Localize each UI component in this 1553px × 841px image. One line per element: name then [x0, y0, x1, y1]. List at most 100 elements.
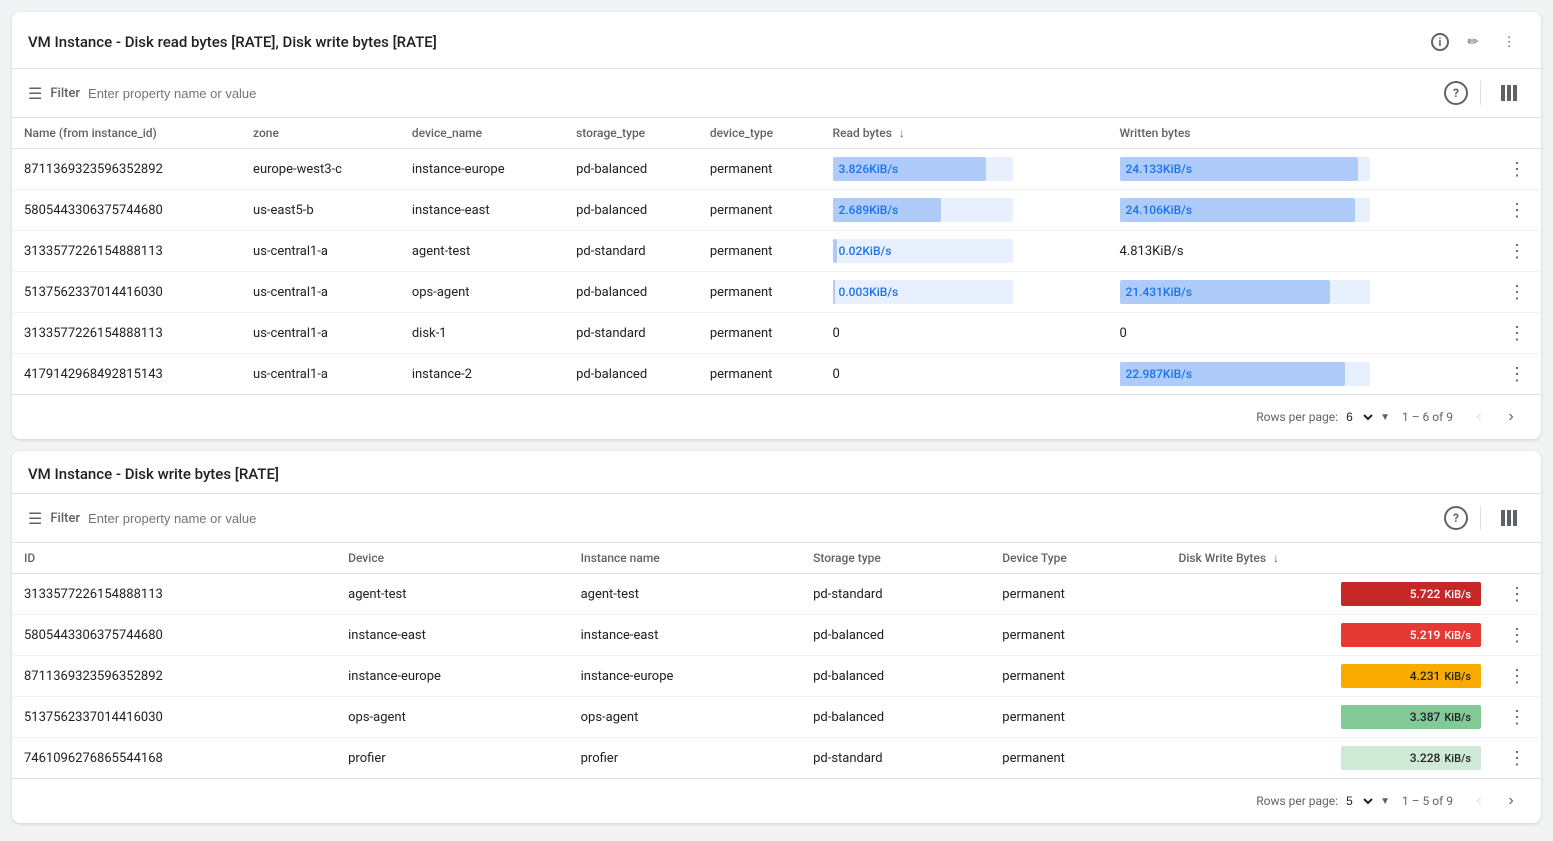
cell-row-menu-2[interactable]: ⋮ — [1493, 656, 1541, 697]
cell-row-menu[interactable]: ⋮ — [1493, 272, 1541, 313]
cell-device-type: permanent — [698, 190, 821, 231]
bar-unit: KiB/s — [1444, 752, 1471, 765]
cell-device-type: permanent — [990, 615, 1166, 656]
row-menu-btn-2[interactable]: ⋮ — [1505, 623, 1529, 647]
cell-zone: us-central1-a — [241, 272, 400, 313]
color-bar: 3.228 KiB/s — [1341, 746, 1481, 770]
cell-row-menu[interactable]: ⋮ — [1493, 231, 1541, 272]
dropdown-arrow-panel2: ▼ — [1380, 796, 1390, 807]
col-header-written-bytes: Written bytes — [1108, 118, 1494, 149]
cell-device-name: agent-test — [400, 231, 564, 272]
cell-device-name: disk-1 — [400, 313, 564, 354]
filter-label-panel1: Filter — [50, 86, 80, 101]
cell-device-type: permanent — [990, 574, 1166, 615]
row-menu-btn-2[interactable]: ⋮ — [1505, 582, 1529, 606]
cell-read-bytes: 0 — [821, 313, 1108, 354]
bar-value: 3.387 — [1410, 710, 1441, 724]
cell-instance-name: agent-test — [569, 574, 801, 615]
row-menu-btn[interactable]: ⋮ — [1505, 321, 1529, 345]
edit-button-panel1[interactable]: ✏ — [1457, 26, 1489, 58]
table-row: 8711369323596352892 europe-west3-c insta… — [12, 149, 1541, 190]
cell-storage-type: pd-balanced — [801, 697, 990, 738]
cell-row-menu[interactable]: ⋮ — [1493, 354, 1541, 395]
cell-disk-write: 4.231 KiB/s — [1166, 656, 1493, 697]
cell-row-menu-2[interactable]: ⋮ — [1493, 615, 1541, 656]
col-header-instance-name: Instance name — [569, 543, 801, 574]
row-menu-btn-2[interactable]: ⋮ — [1505, 664, 1529, 688]
filter-input-panel2[interactable] — [88, 511, 1436, 526]
help-icon-panel1[interactable]: ? — [1444, 81, 1468, 105]
cell-row-menu[interactable]: ⋮ — [1493, 149, 1541, 190]
cell-row-menu[interactable]: ⋮ — [1493, 190, 1541, 231]
written-value: 24.106KiB/s — [1126, 203, 1193, 217]
cell-row-menu-2[interactable]: ⋮ — [1493, 697, 1541, 738]
cell-storage-type: pd-balanced — [801, 615, 990, 656]
columns-button-panel2[interactable] — [1493, 502, 1525, 534]
bar-value: 4.231 — [1410, 669, 1441, 683]
columns-button-panel1[interactable] — [1493, 77, 1525, 109]
row-menu-btn[interactable]: ⋮ — [1505, 362, 1529, 386]
table-header-row: Name (from instance_id) zone device_name… — [12, 118, 1541, 149]
color-bar: 4.231 KiB/s — [1341, 664, 1481, 688]
cell-zone: us-central1-a — [241, 354, 400, 395]
read-value: 0.02KiB/s — [839, 244, 892, 258]
cell-device-type: permanent — [698, 313, 821, 354]
rows-per-page-label-panel1: Rows per page: — [1256, 410, 1338, 424]
rows-per-page-select-panel1[interactable]: 6 10 25 — [1342, 409, 1376, 425]
cell-written-bytes: 21.431KiB/s — [1108, 272, 1494, 313]
filter-label-panel2: Filter — [50, 511, 80, 526]
cell-name: 4179142968492815143 — [12, 354, 241, 395]
cell-row-menu-2[interactable]: ⋮ — [1493, 574, 1541, 615]
cell-device-name: instance-europe — [400, 149, 564, 190]
panel-1-pagination: Rows per page: 6 10 25 ▼ 1 – 6 of 9 ‹ › — [12, 394, 1541, 439]
cell-written-bytes: 24.133KiB/s — [1108, 149, 1494, 190]
filter-input-panel1[interactable] — [88, 86, 1436, 101]
read-value: 0 — [833, 367, 840, 382]
col-header-disk-write[interactable]: Disk Write Bytes ↓ — [1166, 543, 1493, 574]
row-menu-btn-2[interactable]: ⋮ — [1505, 705, 1529, 729]
cell-name: 5805443306375744680 — [12, 190, 241, 231]
cell-zone: europe-west3-c — [241, 149, 400, 190]
bar-unit: KiB/s — [1444, 588, 1471, 601]
read-value: 0.003KiB/s — [839, 285, 899, 299]
read-value: 3.826KiB/s — [839, 162, 899, 176]
cell-storage-type: pd-standard — [564, 313, 698, 354]
edit-icon: ✏ — [1467, 34, 1478, 50]
prev-page-btn-panel1[interactable]: ‹ — [1465, 403, 1493, 431]
divider-panel2 — [1480, 506, 1481, 530]
written-value: 24.133KiB/s — [1126, 162, 1193, 176]
color-bar-cell: 5.219 KiB/s — [1178, 623, 1481, 647]
panel-1-actions: ✏ ⋮ — [1457, 26, 1525, 58]
prev-page-btn-panel2[interactable]: ‹ — [1465, 787, 1493, 815]
table-header-row-2: ID Device Instance name Storage type Dev… — [12, 543, 1541, 574]
next-page-btn-panel2[interactable]: › — [1497, 787, 1525, 815]
cell-device: instance-east — [336, 615, 568, 656]
cell-row-menu-2[interactable]: ⋮ — [1493, 738, 1541, 779]
info-icon-panel1[interactable]: i — [1431, 33, 1449, 51]
rows-per-page-select-panel2[interactable]: 5 10 25 — [1342, 793, 1376, 809]
cell-disk-write: 3.228 KiB/s — [1166, 738, 1493, 779]
col-header-id: ID — [12, 543, 336, 574]
cell-device: instance-europe — [336, 656, 568, 697]
sort-icon-read: ↓ — [899, 126, 905, 140]
col-header-read-bytes[interactable]: Read bytes ↓ — [821, 118, 1108, 149]
cell-device-type: permanent — [990, 697, 1166, 738]
row-menu-btn[interactable]: ⋮ — [1505, 157, 1529, 181]
row-menu-btn[interactable]: ⋮ — [1505, 239, 1529, 263]
col-header-device: Device — [336, 543, 568, 574]
cell-read-bytes: 2.689KiB/s — [821, 190, 1108, 231]
divider-panel1 — [1480, 81, 1481, 105]
row-menu-btn[interactable]: ⋮ — [1505, 280, 1529, 304]
cell-storage-type: pd-balanced — [801, 656, 990, 697]
more-button-panel1[interactable]: ⋮ — [1493, 26, 1525, 58]
cell-instance-name: instance-europe — [569, 656, 801, 697]
next-page-btn-panel1[interactable]: › — [1497, 403, 1525, 431]
row-menu-btn[interactable]: ⋮ — [1505, 198, 1529, 222]
cell-written-bytes: 22.987KiB/s — [1108, 354, 1494, 395]
read-value: 0 — [833, 326, 840, 341]
cell-disk-write: 5.722 KiB/s — [1166, 574, 1493, 615]
cell-row-menu[interactable]: ⋮ — [1493, 313, 1541, 354]
help-icon-panel2[interactable]: ? — [1444, 506, 1468, 530]
color-bar-cell: 4.231 KiB/s — [1178, 664, 1481, 688]
row-menu-btn-2[interactable]: ⋮ — [1505, 746, 1529, 770]
